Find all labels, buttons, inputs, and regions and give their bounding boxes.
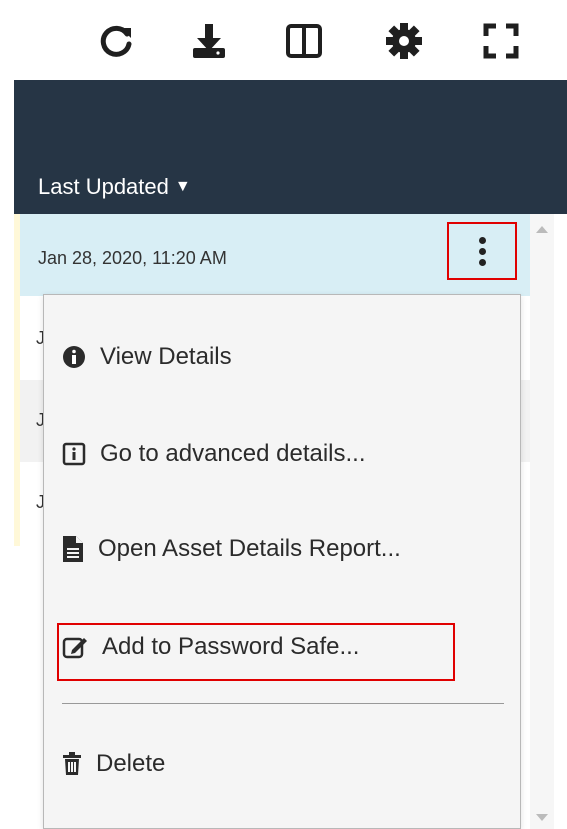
row-context-menu: View Details Go to advanced details... O…	[43, 294, 521, 829]
menu-divider	[62, 703, 504, 704]
sort-column-label: Last Updated	[38, 174, 169, 199]
caret-down-icon: ▼	[174, 178, 191, 195]
menu-item-add-password-safe[interactable]: Add to Password Safe...	[62, 633, 359, 661]
scroll-down-arrow-icon[interactable]	[536, 814, 548, 821]
scroll-up-arrow-icon[interactable]	[536, 226, 548, 233]
grid-header: Last Updated ▼	[14, 80, 567, 214]
columns-icon[interactable]	[281, 18, 327, 64]
info-square-icon	[62, 442, 86, 466]
edit-icon	[62, 637, 87, 659]
menu-item-advanced-details[interactable]: Go to advanced details...	[62, 440, 366, 468]
trash-icon	[63, 752, 81, 775]
refresh-icon[interactable]	[93, 18, 139, 64]
file-icon	[63, 536, 83, 562]
toolbar	[0, 0, 567, 82]
row-actions-button[interactable]	[447, 222, 517, 280]
menu-item-label: Go to advanced details...	[100, 440, 366, 467]
vertical-scrollbar[interactable]	[530, 214, 554, 829]
fullscreen-icon[interactable]	[478, 18, 524, 64]
menu-item-label: Open Asset Details Report...	[98, 535, 401, 562]
last-updated-cell: Jan 28, 2020, 11:20 AM	[38, 248, 227, 268]
sort-column-last-updated[interactable]: Last Updated ▼	[38, 174, 191, 200]
menu-item-asset-report[interactable]: Open Asset Details Report...	[62, 535, 401, 563]
menu-item-view-details[interactable]: View Details	[62, 343, 232, 371]
gear-icon[interactable]	[381, 18, 427, 64]
menu-item-label: Add to Password Safe...	[102, 633, 360, 660]
kebab-menu-icon	[478, 235, 486, 268]
info-circle-icon	[63, 346, 85, 368]
download-icon[interactable]	[186, 18, 232, 64]
menu-item-delete[interactable]: Delete	[62, 750, 165, 778]
menu-item-label: View Details	[100, 343, 232, 370]
menu-item-label: Delete	[96, 750, 166, 777]
